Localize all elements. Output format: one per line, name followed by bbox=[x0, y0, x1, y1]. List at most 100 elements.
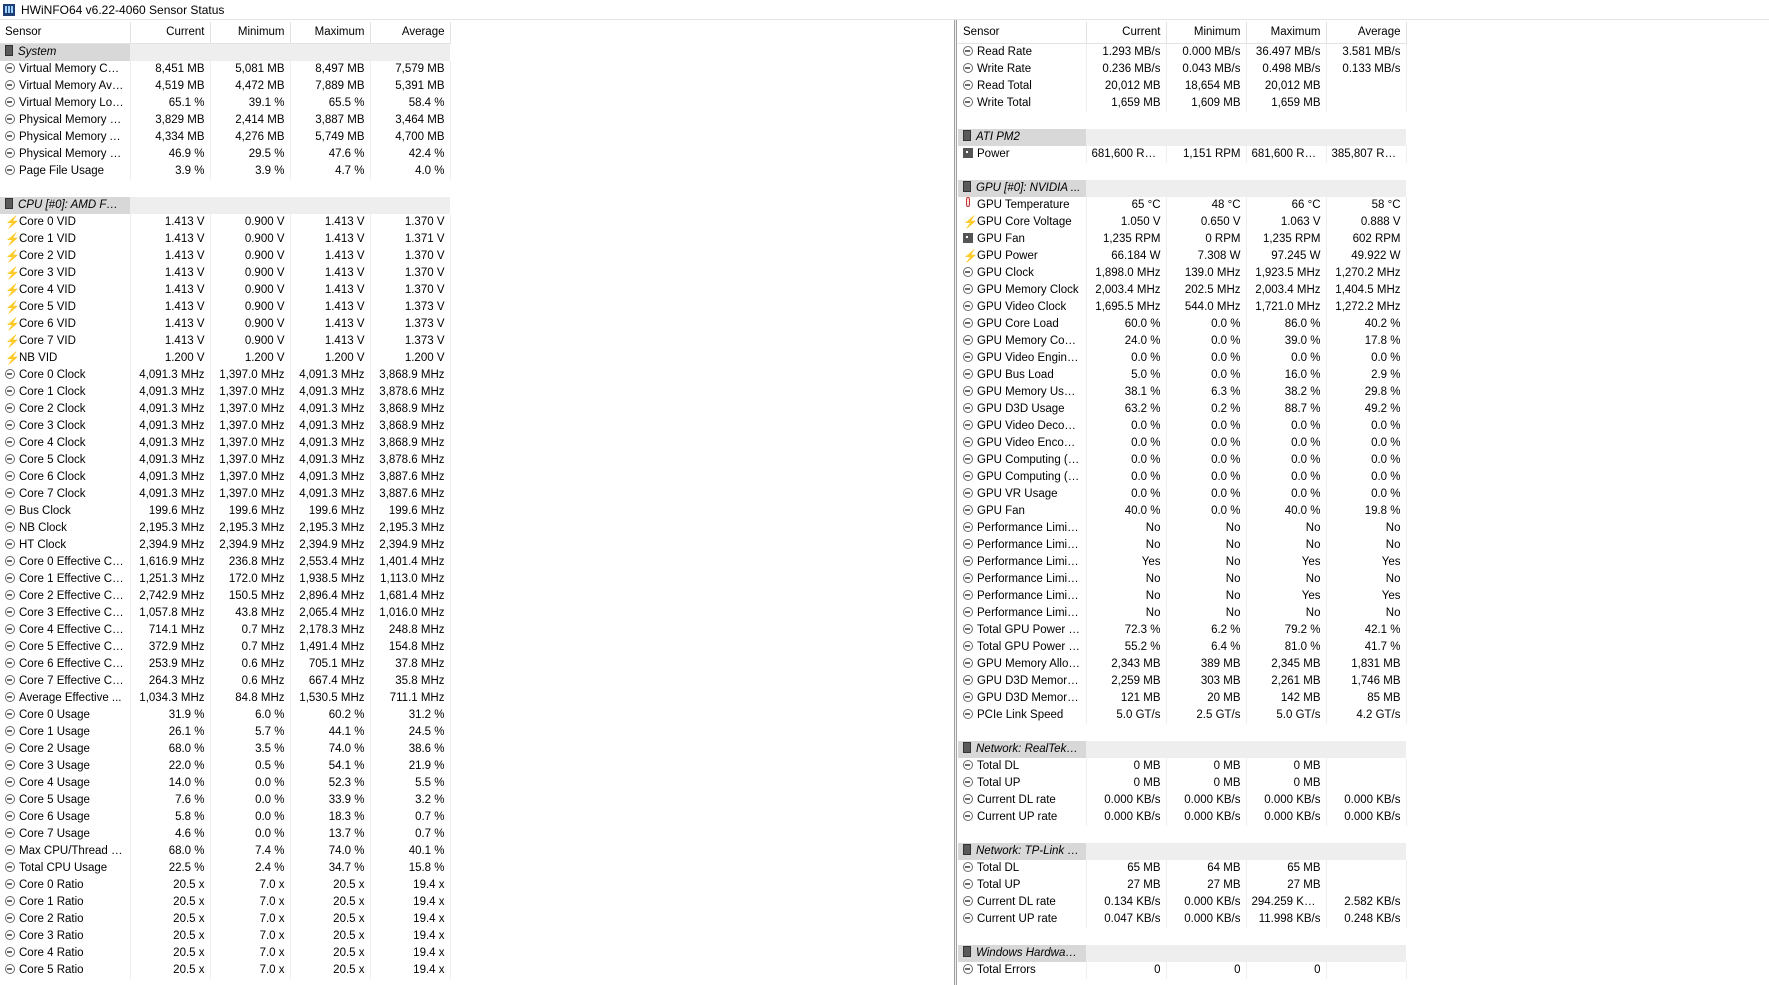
sensor-row[interactable]: ⚡NB VID 1.200 V 1.200 V 1.200 V 1.200 V bbox=[0, 350, 451, 367]
sensor-row[interactable]: HT Clock 2,394.9 MHz 2,394.9 MHz 2,394.9 MH… bbox=[0, 537, 451, 554]
sensor-row[interactable]: Power 681,600 RPM 1,151 RPM 681,600 RPM 385,… bbox=[958, 146, 1407, 163]
sensor-row[interactable]: Write Total 1,659 MB 1,609 MB 1,659 MB bbox=[958, 95, 1407, 112]
sensor-row[interactable]: GPU Memory Contr... 24.0 % 0.0 % 39.0 % 17.8… bbox=[958, 333, 1407, 350]
sensor-row[interactable]: Write Rate 0.236 MB/s 0.043 MB/s 0.498 MB/s… bbox=[958, 61, 1407, 78]
sensor-row[interactable]: GPU Memory Clock 2,003.4 MHz 202.5 MHz 2,00… bbox=[958, 282, 1407, 299]
sensor-group-header[interactable]: GPU [#0]: NVIDIA ... bbox=[958, 180, 1406, 197]
sensor-row[interactable]: Core 4 Ratio 20.5 x 7.0 x 20.5 x 19.4 x bbox=[0, 945, 451, 962]
column-header-sensor[interactable]: Sensor bbox=[958, 22, 1087, 44]
sensor-row[interactable]: Max CPU/Thread U... 68.0 % 7.4 % 74.0 % 40.1… bbox=[0, 843, 451, 860]
sensor-row[interactable]: Core 2 Usage 68.0 % 3.5 % 74.0 % 38.6 % bbox=[0, 741, 451, 758]
sensor-row[interactable]: Read Rate 1.293 MB/s 0.000 MB/s 36.497 MB/s… bbox=[958, 43, 1407, 61]
sensor-row[interactable]: ⚡Core 7 VID 1.413 V 0.900 V 1.413 V 1.373 V bbox=[0, 333, 451, 350]
sensor-row[interactable]: Total Errors 0 0 0 bbox=[958, 962, 1407, 979]
sensor-row[interactable]: Core 2 Ratio 20.5 x 7.0 x 20.5 x 19.4 x bbox=[0, 911, 451, 928]
left-sensor-pane[interactable]: Sensor Current Minimum Maximum Average S… bbox=[0, 22, 954, 985]
sensor-row[interactable]: Current DL rate 0.134 KB/s 0.000 KB/s 294.2… bbox=[958, 894, 1407, 911]
sensor-row[interactable]: GPU Fan 40.0 % 0.0 % 40.0 % 19.8 % bbox=[958, 503, 1407, 520]
sensor-row[interactable]: GPU D3D Usage 63.2 % 0.2 % 88.7 % 49.2 % bbox=[958, 401, 1407, 418]
sensor-row[interactable]: Core 1 Clock 4,091.3 MHz 1,397.0 MHz 4,091.… bbox=[0, 384, 451, 401]
sensor-row[interactable]: GPU Video Engine L... 0.0 % 0.0 % 0.0 % 0.0 … bbox=[958, 350, 1407, 367]
sensor-row[interactable]: Core 1 Effective Clock 1,251.3 MHz 172.0 M… bbox=[0, 571, 451, 588]
sensor-row[interactable]: GPU Clock 1,898.0 MHz 139.0 MHz 1,923.5 MHz… bbox=[958, 265, 1407, 282]
sensor-row[interactable]: Total DL 0 MB 0 MB 0 MB bbox=[958, 758, 1407, 775]
sensor-row[interactable]: Core 5 Ratio 20.5 x 7.0 x 20.5 x 19.4 x bbox=[0, 962, 451, 979]
sensor-row[interactable]: Performance Limit -... No No Yes Yes bbox=[958, 588, 1407, 605]
sensor-row[interactable]: Total UP 0 MB 0 MB 0 MB bbox=[958, 775, 1407, 792]
sensor-row[interactable]: GPU Memory Usage 38.1 % 6.3 % 38.2 % 29.8 % bbox=[958, 384, 1407, 401]
sensor-row[interactable]: Core 7 Usage 4.6 % 0.0 % 13.7 % 0.7 % bbox=[0, 826, 451, 843]
sensor-row[interactable]: Physical Memory Used 3,829 MB 2,414 MB 3,88… bbox=[0, 112, 451, 129]
sensor-row[interactable]: Core 6 Effective Clock 253.9 MHz 0.6 MHz 70… bbox=[0, 656, 451, 673]
sensor-row[interactable]: Core 3 Clock 4,091.3 MHz 1,397.0 MHz 4,091.… bbox=[0, 418, 451, 435]
sensor-row[interactable]: GPU VR Usage 0.0 % 0.0 % 0.0 % 0.0 % bbox=[958, 486, 1407, 503]
pane-splitter[interactable] bbox=[954, 20, 957, 985]
sensor-row[interactable]: Core 0 Ratio 20.5 x 7.0 x 20.5 x 19.4 x bbox=[0, 877, 451, 894]
sensor-row[interactable]: Core 0 Effective Clock 1,616.9 MHz 236.8 M… bbox=[0, 554, 451, 571]
sensor-group-header[interactable]: System bbox=[0, 43, 450, 61]
sensor-row[interactable]: Physical Memory Load 46.9 % 29.5 % 47.6 % 42… bbox=[0, 146, 451, 163]
sensor-row[interactable]: GPU Bus Load 5.0 % 0.0 % 16.0 % 2.9 % bbox=[958, 367, 1407, 384]
sensor-row[interactable]: ⚡Core 6 VID 1.413 V 0.900 V 1.413 V 1.373 V bbox=[0, 316, 451, 333]
sensor-row[interactable]: Total GPU Power [... 55.2 % 6.4 % 81.0 % 41.… bbox=[958, 639, 1407, 656]
sensor-row[interactable]: Total CPU Usage 22.5 % 2.4 % 34.7 % 15.8 % bbox=[0, 860, 451, 877]
sensor-row[interactable]: Core 3 Ratio 20.5 x 7.0 x 20.5 x 19.4 x bbox=[0, 928, 451, 945]
sensor-row[interactable]: Core 6 Clock 4,091.3 MHz 1,397.0 MHz 4,091.… bbox=[0, 469, 451, 486]
column-header-maximum[interactable]: Maximum bbox=[290, 22, 371, 44]
sensor-row[interactable]: Virtual Memory Com... 8,451 MB 5,081 MB 8,4… bbox=[0, 61, 451, 78]
sensor-row[interactable]: Core 5 Clock 4,091.3 MHz 1,397.0 MHz 4,091.… bbox=[0, 452, 451, 469]
sensor-row[interactable]: ⚡GPU Core Voltage 1.050 V 0.650 V 1.063 V 0.… bbox=[958, 214, 1407, 231]
sensor-row[interactable]: Core 1 Ratio 20.5 x 7.0 x 20.5 x 19.4 x bbox=[0, 894, 451, 911]
sensor-row[interactable]: Total DL 65 MB 64 MB 65 MB bbox=[958, 860, 1407, 877]
sensor-row[interactable]: GPU Video Decode ... 0.0 % 0.0 % 0.0 % 0.0 % bbox=[958, 418, 1407, 435]
column-header-maximum[interactable]: Maximum bbox=[1246, 22, 1327, 44]
sensor-row[interactable]: Core 2 Clock 4,091.3 MHz 1,397.0 MHz 4,091.… bbox=[0, 401, 451, 418]
sensor-row[interactable]: GPU Video Clock 1,695.5 MHz 544.0 MHz 1,721… bbox=[958, 299, 1407, 316]
sensor-row[interactable]: NB Clock 2,195.3 MHz 2,195.3 MHz 2,195.3 MH… bbox=[0, 520, 451, 537]
sensor-row[interactable]: Average Effective ... 1,034.3 MHz 84.8 MHz… bbox=[0, 690, 451, 707]
sensor-row[interactable]: Performance Limit -... Yes No Yes Yes bbox=[958, 554, 1407, 571]
column-header-minimum[interactable]: Minimum bbox=[1166, 22, 1247, 44]
sensor-row[interactable]: Core 4 Clock 4,091.3 MHz 1,397.0 MHz 4,091.… bbox=[0, 435, 451, 452]
sensor-group-header[interactable]: CPU [#0]: AMD FX-... bbox=[0, 197, 450, 214]
sensor-row[interactable]: Current UP rate 0.047 KB/s 0.000 KB/s 11.99… bbox=[958, 911, 1407, 928]
sensor-row[interactable]: GPU Computing (Co... 0.0 % 0.0 % 0.0 % 0.0 % bbox=[958, 469, 1407, 486]
sensor-row[interactable]: Current DL rate 0.000 KB/s 0.000 KB/s 0.000… bbox=[958, 792, 1407, 809]
sensor-row[interactable]: ⚡Core 1 VID 1.413 V 0.900 V 1.413 V 1.371 V bbox=[0, 231, 451, 248]
sensor-row[interactable]: Performance Limit -... No No No No bbox=[958, 520, 1407, 537]
sensor-row[interactable]: Core 4 Effective Clock 714.1 MHz 0.7 MHz 2,… bbox=[0, 622, 451, 639]
sensor-row[interactable]: Core 1 Usage 26.1 % 5.7 % 44.1 % 24.5 % bbox=[0, 724, 451, 741]
column-header-minimum[interactable]: Minimum bbox=[210, 22, 291, 44]
sensor-row[interactable]: Performance Limit -... No No No No bbox=[958, 571, 1407, 588]
sensor-group-header[interactable]: Windows Hardware... bbox=[958, 945, 1406, 962]
sensor-row[interactable]: Performance Limit -... No No No No bbox=[958, 605, 1407, 622]
sensor-row[interactable]: ⚡GPU Power 66.184 W 7.308 W 97.245 W 49.922 … bbox=[958, 248, 1407, 265]
sensor-row[interactable]: GPU Core Load 60.0 % 0.0 % 86.0 % 40.2 % bbox=[958, 316, 1407, 333]
sensor-group-header[interactable]: Network: RealTek S... bbox=[958, 741, 1406, 758]
sensor-row[interactable]: PCIe Link Speed 5.0 GT/s 2.5 GT/s 5.0 GT/s 4… bbox=[958, 707, 1407, 724]
sensor-row[interactable]: Performance Limit -... No No No No bbox=[958, 537, 1407, 554]
sensor-row[interactable]: Page File Usage 3.9 % 3.9 % 4.7 % 4.0 % bbox=[0, 163, 451, 180]
sensor-row[interactable]: GPU Memory Alloca... 2,343 MB 389 MB 2,345 … bbox=[958, 656, 1407, 673]
sensor-row[interactable]: Virtual Memory Avai... 4,519 MB 4,472 MB 7,… bbox=[0, 78, 451, 95]
sensor-row[interactable]: Current UP rate 0.000 KB/s 0.000 KB/s 0.000… bbox=[958, 809, 1407, 826]
sensor-row[interactable]: GPU D3D Memory D... 121 MB 20 MB 142 MB 85 M… bbox=[958, 690, 1407, 707]
sensor-row[interactable]: GPU Video Encode ... 0.0 % 0.0 % 0.0 % 0.0 % bbox=[958, 435, 1407, 452]
sensor-group-header[interactable]: ATI PM2 bbox=[958, 129, 1406, 146]
sensor-row[interactable]: Total GPU Power (n... 72.3 % 6.2 % 79.2 % 42… bbox=[958, 622, 1407, 639]
column-header-average[interactable]: Average bbox=[1326, 22, 1407, 44]
sensor-row[interactable]: Total UP 27 MB 27 MB 27 MB bbox=[958, 877, 1407, 894]
sensor-row[interactable]: Core 3 Usage 22.0 % 0.5 % 54.1 % 21.9 % bbox=[0, 758, 451, 775]
sensor-row[interactable]: Virtual Memory Load 65.1 % 39.1 % 65.5 % 58.… bbox=[0, 95, 451, 112]
sensor-row[interactable]: Core 0 Usage 31.9 % 6.0 % 60.2 % 31.2 % bbox=[0, 707, 451, 724]
right-sensor-pane[interactable]: Sensor Current Minimum Maximum Average R… bbox=[958, 22, 1769, 985]
sensor-row[interactable]: Core 2 Effective Clock 2,742.9 MHz 150.5 M… bbox=[0, 588, 451, 605]
sensor-row[interactable]: Core 7 Clock 4,091.3 MHz 1,397.0 MHz 4,091.… bbox=[0, 486, 451, 503]
sensor-row[interactable]: Core 6 Usage 5.8 % 0.0 % 18.3 % 0.7 % bbox=[0, 809, 451, 826]
sensor-row[interactable]: Core 0 Clock 4,091.3 MHz 1,397.0 MHz 4,091.… bbox=[0, 367, 451, 384]
sensor-row[interactable]: Core 4 Usage 14.0 % 0.0 % 52.3 % 5.5 % bbox=[0, 775, 451, 792]
sensor-row[interactable]: ⚡Core 2 VID 1.413 V 0.900 V 1.413 V 1.370 V bbox=[0, 248, 451, 265]
sensor-row[interactable]: Read Total 20,012 MB 18,654 MB 20,012 MB bbox=[958, 78, 1407, 95]
sensor-row[interactable]: GPU D3D Memory D... 2,259 MB 303 MB 2,261 M… bbox=[958, 673, 1407, 690]
sensor-row[interactable]: GPU Temperature 65 °C 48 °C 66 °C 58 °C bbox=[958, 197, 1407, 214]
